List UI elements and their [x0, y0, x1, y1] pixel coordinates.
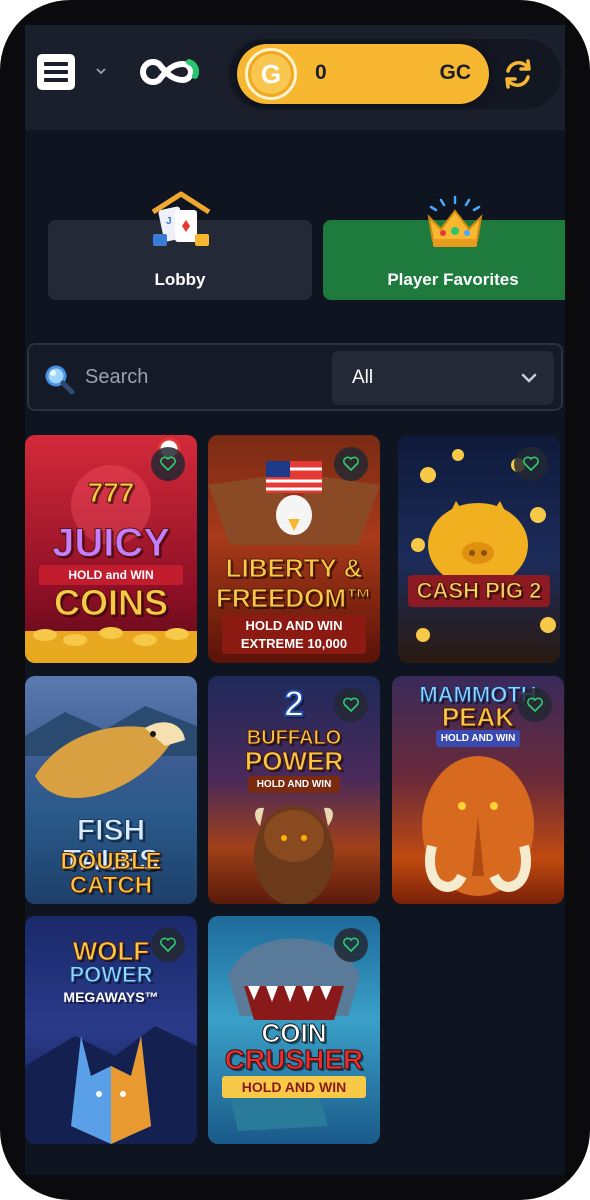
game-banner: HOLD AND WIN	[248, 776, 340, 793]
game-title-mid: FREEDOM™	[216, 583, 373, 613]
menu-icon[interactable]	[37, 54, 75, 90]
search-input[interactable]	[85, 359, 325, 395]
balance-pill[interactable]: G 0 GC	[237, 44, 489, 104]
app-screen: G 0 GC Lobby Player Favorites J Search A…	[25, 25, 565, 1175]
game-tile-buffalo-power-2[interactable]: 2 BUFFALO POWER HOLD AND WIN	[208, 676, 380, 904]
game-title-top: JUICY	[52, 521, 171, 565]
game-title-bottom: DOUBLE CATCH	[60, 848, 162, 899]
crown-icon	[427, 195, 483, 247]
game-tile-juicy-coins[interactable]: 777 JUICY HOLD and WIN COINS	[25, 435, 197, 663]
game-banner: MEGAWAYS™	[63, 989, 159, 1005]
favorite-heart-icon[interactable]	[151, 447, 185, 481]
lobby-house-cards-icon: J	[151, 191, 211, 246]
game-title-top: COIN	[261, 1018, 327, 1048]
game-title-mid: CRUSHER	[224, 1044, 364, 1075]
favorite-heart-icon[interactable]	[514, 447, 548, 481]
game-title-top: CASH PIG 2	[408, 575, 550, 607]
game-title-top: BUFFALO	[246, 727, 342, 749]
category-filter-select[interactable]: All	[332, 351, 554, 405]
balance-container: G 0 GC	[229, 39, 561, 109]
tab-player-favorites-label: Player Favorites	[387, 270, 519, 289]
svg-text:J: J	[166, 216, 172, 227]
chevron-down-icon	[521, 373, 537, 383]
game-tile-mammoth-peak[interactable]: MAMMOTH PEAK HOLD AND WIN	[392, 676, 564, 904]
favorite-heart-icon[interactable]	[334, 928, 368, 962]
tab-lobby-label: Lobby	[154, 270, 206, 289]
game-banner-2: EXTREME 10,000	[222, 633, 366, 654]
search-icon	[45, 365, 75, 395]
phone-frame: G 0 GC Lobby Player Favorites J Search A…	[0, 0, 590, 1200]
game-tile-cash-pig-2[interactable]: CASH PIG 2	[398, 435, 560, 663]
gold-coin-icon: G	[245, 48, 297, 100]
chevron-down-icon[interactable]	[95, 65, 107, 77]
game-title-top: LIBERTY &	[225, 553, 363, 583]
game-title-bottom: COINS	[53, 582, 168, 623]
currency-label: GC	[439, 61, 472, 84]
game-banner: HOLD AND WIN	[222, 1076, 366, 1098]
top-header: G 0 GC	[25, 25, 565, 130]
game-tile-fish-tales[interactable]: FISH TALES DOUBLE CATCH	[25, 676, 197, 904]
balance-value: 0	[315, 61, 327, 84]
brand-logo[interactable]	[133, 52, 205, 92]
favorite-heart-icon[interactable]	[151, 928, 185, 962]
switch-currency-icon[interactable]	[501, 57, 535, 91]
game-title-mid: POWER	[69, 962, 153, 987]
favorite-heart-icon[interactable]	[518, 688, 552, 722]
game-tile-coin-crusher[interactable]: COIN CRUSHER HOLD AND WIN	[208, 916, 380, 1144]
favorite-heart-icon[interactable]	[334, 688, 368, 722]
filter-selected-value: All	[352, 367, 374, 388]
search-filter-bar: All	[27, 343, 563, 411]
game-title-mid: POWER	[244, 746, 344, 776]
favorite-heart-icon[interactable]	[334, 447, 368, 481]
game-banner: HOLD AND WIN	[436, 730, 520, 747]
game-tile-wolf-power-megaways[interactable]: WOLF POWER MEGAWAYS™	[25, 916, 197, 1144]
badge-text: 777	[87, 477, 135, 508]
game-tile-liberty-freedom[interactable]: LIBERTY & FREEDOM™ HOLD AND WIN EXTREME …	[208, 435, 380, 663]
